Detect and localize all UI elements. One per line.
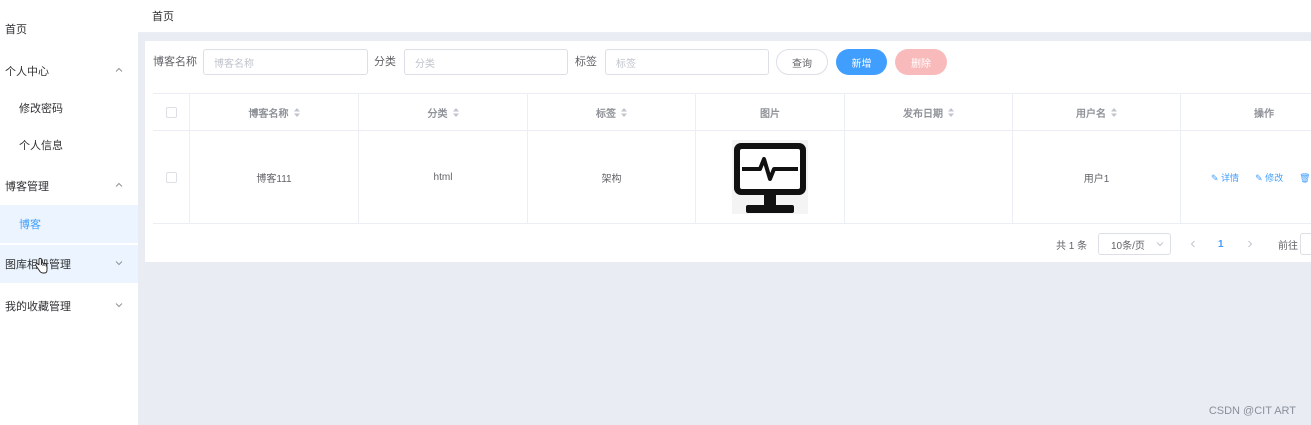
row-checkbox[interactable] <box>165 171 177 183</box>
sidebar-item-label: 首页 <box>5 24 27 36</box>
chevron-down-icon <box>1156 242 1164 247</box>
select-all-cell <box>153 94 190 130</box>
next-page-icon[interactable] <box>1246 240 1254 248</box>
tag-placeholder: 标签 <box>616 58 636 70</box>
tag-label: 标签 <box>575 56 597 68</box>
sidebar: 首页 个人中心 修改密码 个人信息 博客管理 博客 图库相册管理 我的收藏管理 <box>0 0 138 425</box>
sort-icon[interactable] <box>293 107 300 117</box>
current-page[interactable]: 1 <box>1218 233 1224 255</box>
sidebar-item-label: 个人信息 <box>19 140 63 152</box>
sidebar-item-label: 我的收藏管理 <box>5 301 71 313</box>
blog-name-label: 博客名称 <box>153 56 197 68</box>
sidebar-item-favorites-management[interactable]: 我的收藏管理 <box>0 287 138 325</box>
sidebar-item-home[interactable]: 首页 <box>0 10 138 48</box>
sidebar-item-blog[interactable]: 博客 <box>0 205 138 243</box>
header-label: 图片 <box>760 108 780 120</box>
sidebar-item-label: 博客 <box>19 219 41 231</box>
cell-username: 用户1 <box>1013 131 1181 223</box>
sidebar-item-label: 个人中心 <box>5 66 49 78</box>
column-header-image: 图片 <box>696 94 845 130</box>
category-input[interactable]: 分类 <box>404 49 568 75</box>
query-button[interactable]: 查询 <box>776 49 828 75</box>
main-card: 博客名称 博客名称 分类 分类 标签 标签 查询 新增 删除 博客名称 分类 标… <box>145 41 1311 262</box>
column-header-publish-date[interactable]: 发布日期 <box>845 94 1013 130</box>
page-size-value: 10条/页 <box>1111 240 1145 252</box>
sidebar-item-blog-management[interactable]: 博客管理 <box>0 167 138 205</box>
row-select-cell <box>153 131 190 223</box>
blog-name-input[interactable]: 博客名称 <box>203 49 368 75</box>
category-label: 分类 <box>374 56 396 68</box>
delete-action[interactable]: 🗑 删 <box>1299 171 1311 184</box>
header-label: 分类 <box>427 108 448 120</box>
sort-icon[interactable] <box>621 107 627 117</box>
column-header-tag[interactable]: 标签 <box>528 94 696 130</box>
sidebar-item-personal-center[interactable]: 个人中心 <box>0 52 138 90</box>
cell-category: html <box>359 131 528 223</box>
goto-label: 前往 <box>1278 240 1298 252</box>
cell-blog-name: 博客111 <box>190 131 359 223</box>
blog-name-placeholder: 博客名称 <box>214 58 254 70</box>
tag-input[interactable]: 标签 <box>605 49 769 75</box>
hand-cursor-icon <box>35 257 48 274</box>
table-row: 博客111 html 架构 用户1 ✎ 详情 ✎ 修改 🗑 删 <box>153 131 1311 224</box>
column-header-blog-name[interactable]: 博客名称 <box>190 94 359 130</box>
sidebar-item-label: 博客管理 <box>5 181 49 193</box>
breadcrumb[interactable]: 首页 <box>152 8 174 24</box>
header-label: 发布日期 <box>903 108 943 120</box>
select-all-checkbox[interactable] <box>165 106 177 118</box>
add-button[interactable]: 新增 <box>836 49 887 75</box>
header-label: 操作 <box>1254 108 1274 120</box>
cell-publish-date <box>845 131 1013 223</box>
prev-page-icon[interactable] <box>1189 240 1197 248</box>
sort-icon[interactable] <box>948 107 954 117</box>
table-header: 博客名称 分类 标签 图片 发布日期 用户名 操作 <box>153 93 1311 131</box>
edit-action[interactable]: ✎ 修改 <box>1255 171 1291 184</box>
sidebar-item-personal-info[interactable]: 个人信息 <box>0 126 138 164</box>
top-bar: 首页 <box>138 0 1311 33</box>
sort-icon[interactable] <box>452 107 459 117</box>
chevron-down-icon <box>115 303 123 308</box>
monitor-pulse-icon[interactable] <box>732 140 808 214</box>
cell-actions: ✎ 详情 ✎ 修改 🗑 删 <box>1211 131 1311 223</box>
watermark: CSDN @CIT ART <box>1208 405 1296 417</box>
chevron-down-icon <box>115 261 123 266</box>
column-header-category[interactable]: 分类 <box>359 94 528 130</box>
column-header-username[interactable]: 用户名 <box>1013 94 1181 130</box>
cell-tag: 架构 <box>528 131 696 223</box>
header-label: 博客名称 <box>248 108 289 120</box>
header-label: 用户名 <box>1076 108 1106 120</box>
detail-label: 详情 <box>1221 172 1240 183</box>
cell-image <box>696 131 845 223</box>
edit-label: 修改 <box>1265 172 1284 183</box>
sort-icon[interactable] <box>1111 107 1117 117</box>
detail-action[interactable]: ✎ 详情 <box>1211 171 1247 184</box>
sidebar-item-gallery-management[interactable]: 图库相册管理 <box>0 245 138 283</box>
category-placeholder: 分类 <box>415 58 435 70</box>
page-size-select[interactable]: 10条/页 <box>1098 233 1171 255</box>
sidebar-item-label: 修改密码 <box>19 103 63 115</box>
column-header-actions: 操作 <box>1181 94 1311 130</box>
goto-page-input[interactable] <box>1300 233 1311 255</box>
chevron-up-icon <box>115 67 123 72</box>
delete-button[interactable]: 删除 <box>895 49 947 75</box>
pagination-total: 共 1 条 <box>1056 240 1088 252</box>
sidebar-item-change-password[interactable]: 修改密码 <box>0 89 138 127</box>
chevron-up-icon <box>115 182 123 187</box>
header-label: 标签 <box>596 108 616 120</box>
